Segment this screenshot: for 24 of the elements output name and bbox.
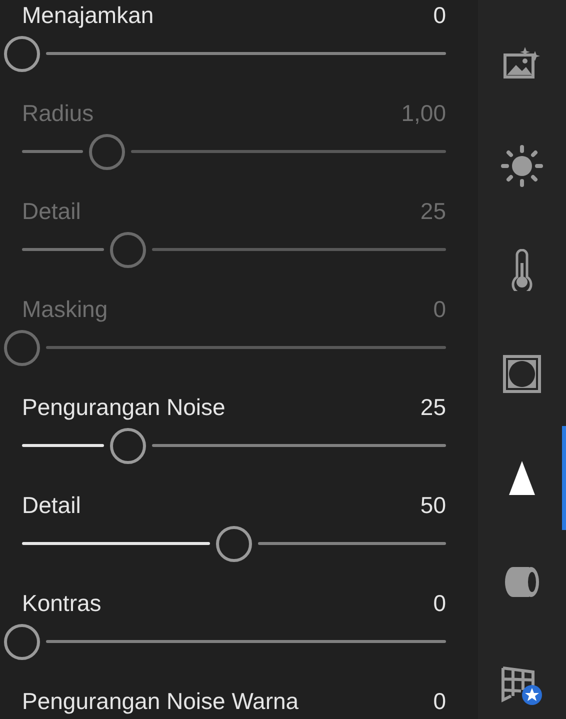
slider-label: Detail: [22, 198, 81, 224]
slider-thumb[interactable]: [216, 526, 252, 562]
sun-icon: [501, 145, 543, 187]
vignette-icon: [503, 355, 541, 393]
slider-label: Pengurangan Noise: [22, 394, 226, 420]
slider-thumb[interactable]: [4, 36, 40, 72]
slider-value[interactable]: 50: [420, 492, 446, 518]
triangle-icon: [508, 461, 536, 495]
slider-thumb[interactable]: [4, 624, 40, 660]
grid-badge-icon: [501, 666, 543, 706]
slider-thumb[interactable]: [110, 428, 146, 464]
slider-value[interactable]: 25: [420, 394, 446, 420]
slider-value[interactable]: 0: [433, 590, 446, 616]
slider-label: Kontras: [22, 590, 102, 616]
slider-label: Detail: [22, 492, 81, 518]
slider-label: Masking: [22, 296, 108, 322]
thermometer-icon: [510, 249, 534, 291]
slider-label: Pengurangan Noise Warna: [22, 688, 299, 714]
image-sparkle-icon: [503, 45, 541, 79]
slider-value[interactable]: 0: [433, 688, 446, 714]
slider-value[interactable]: 0: [433, 2, 446, 28]
slider-label: Radius: [22, 100, 94, 126]
lens-icon: [503, 565, 541, 599]
slider-label: Menajamkan: [22, 2, 154, 28]
